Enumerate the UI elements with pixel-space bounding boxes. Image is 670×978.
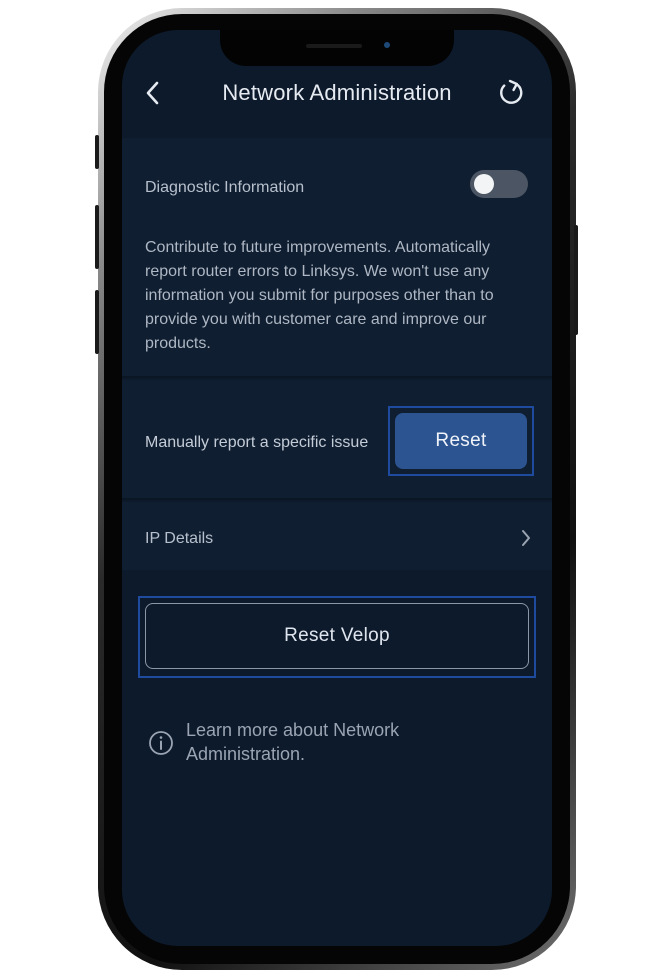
- reset-button[interactable]: Reset: [395, 413, 527, 469]
- volume-up-button: [95, 205, 99, 269]
- info-icon: [148, 730, 174, 756]
- page-title: Network Administration: [222, 80, 452, 105]
- manual-report-label: Manually report a specific issue: [145, 434, 369, 451]
- diagnostic-information-label: Diagnostic Information: [145, 179, 305, 196]
- app-screen: Network Administration Diagnostic Inform…: [122, 30, 552, 946]
- ip-details-label: IP Details: [145, 530, 214, 547]
- header-bar: Network Administration: [122, 70, 552, 116]
- refresh-icon[interactable]: [496, 78, 526, 108]
- toggle-knob: [474, 174, 494, 194]
- chevron-right-icon: [520, 528, 532, 548]
- power-button: [574, 225, 578, 335]
- diagnostic-description: Contribute to future improvements. Autom…: [145, 239, 494, 352]
- front-camera: [384, 42, 390, 48]
- section-divider: [122, 376, 552, 378]
- phone-notch: [220, 30, 454, 66]
- learn-more-link[interactable]: Learn more about Network Administration.: [186, 718, 486, 766]
- reset-velop-button[interactable]: Reset Velop: [145, 603, 529, 669]
- speaker-grille: [306, 44, 362, 48]
- diagnostic-toggle[interactable]: [470, 170, 528, 198]
- ip-details-row[interactable]: IP Details: [122, 500, 552, 570]
- chevron-left-icon[interactable]: [142, 80, 164, 106]
- silent-switch: [95, 135, 99, 169]
- volume-down-button: [95, 290, 99, 354]
